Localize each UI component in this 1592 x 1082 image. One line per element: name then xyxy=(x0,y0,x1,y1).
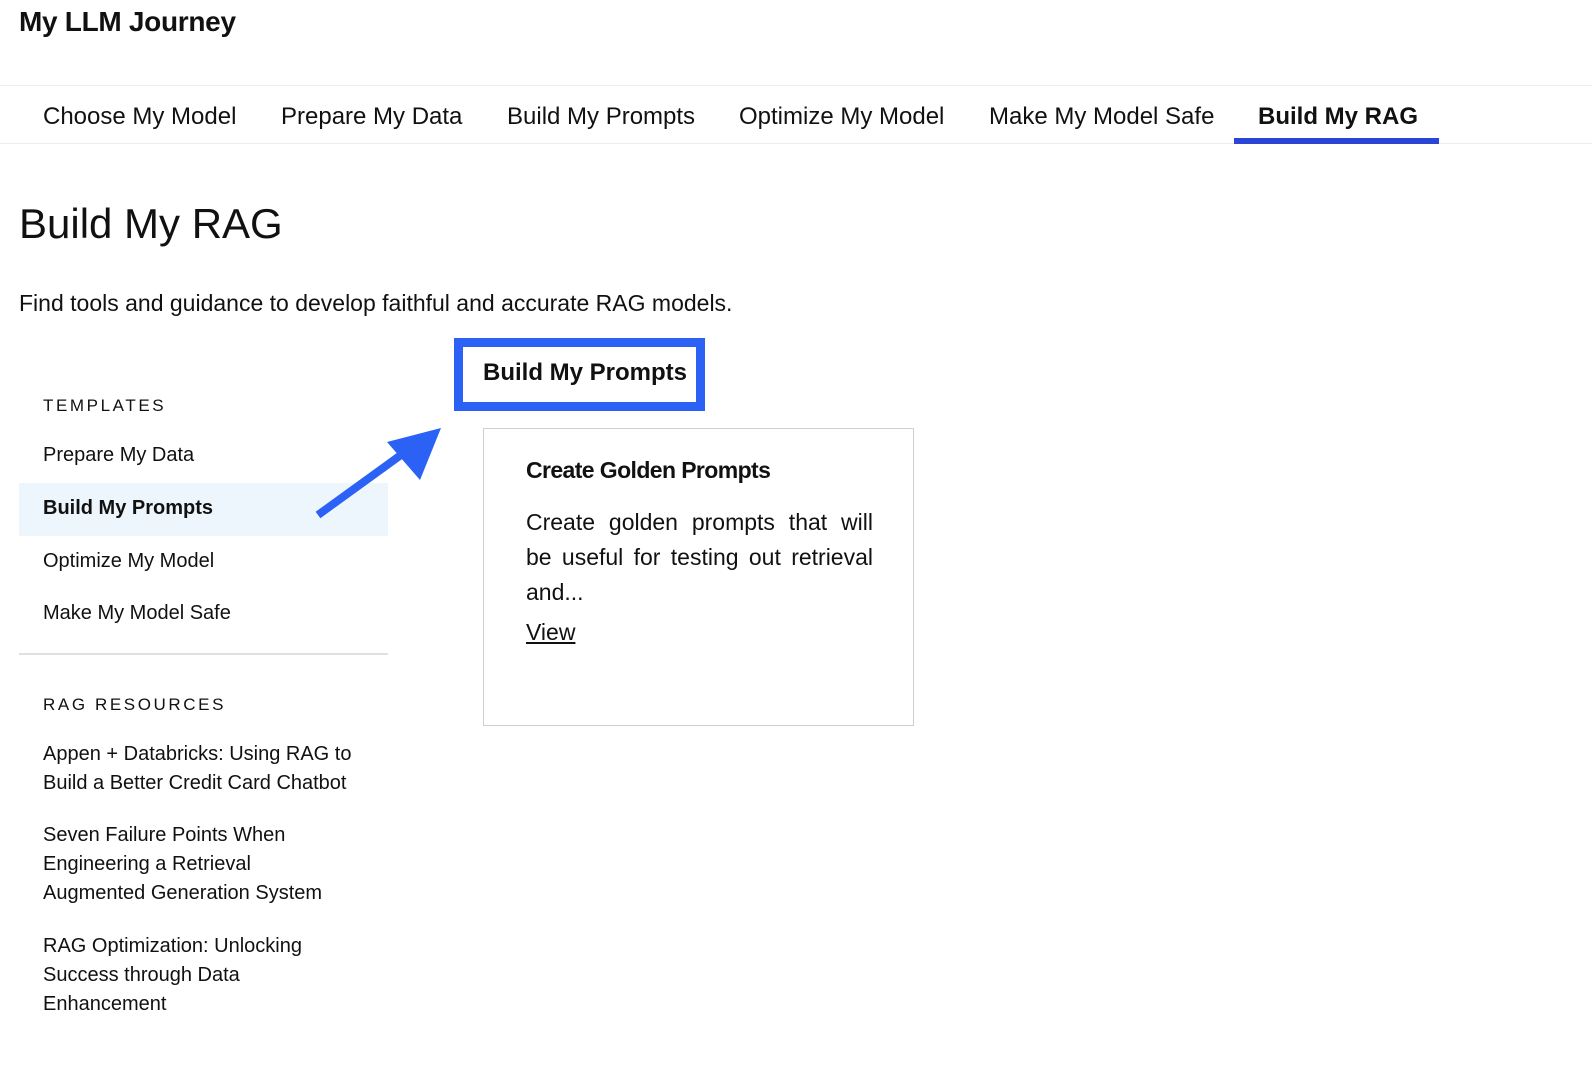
section-heading: Build My Prompts xyxy=(483,359,688,386)
page-description: Find tools and guidance to develop faith… xyxy=(19,290,733,316)
view-link[interactable]: View xyxy=(526,619,575,646)
rag-resources-heading: RAG RESOURCES xyxy=(43,695,227,714)
annotation-arrow-icon xyxy=(315,428,441,519)
page-title: Build My RAG xyxy=(19,200,283,247)
resource-link[interactable]: Appen + Databricks: Using RAG to Build a… xyxy=(43,740,373,798)
tab-build-my-prompts[interactable]: Build My Prompts xyxy=(507,86,695,144)
resource-link[interactable]: Seven Failure Points When Engineering a … xyxy=(43,821,343,908)
card-description: Create golden prompts that will be usefu… xyxy=(526,509,873,605)
arrow-head xyxy=(387,428,441,480)
active-tab-indicator xyxy=(1234,138,1439,144)
sidebar-divider xyxy=(19,653,388,655)
section-heading-highlight: Build My Prompts xyxy=(454,338,705,411)
arrow-shaft xyxy=(315,448,408,519)
tab-build-my-rag[interactable]: Build My RAG xyxy=(1258,86,1418,144)
sidebar-item-make-my-model-safe[interactable]: Make My Model Safe xyxy=(19,588,388,641)
template-card: Create Golden Prompts Create golden prom… xyxy=(483,428,914,726)
app-title: My LLM Journey xyxy=(19,6,236,37)
main-tabbar: Choose My Model Prepare My Data Build My… xyxy=(0,85,1592,144)
tab-prepare-my-data[interactable]: Prepare My Data xyxy=(281,86,462,144)
tab-make-my-model-safe[interactable]: Make My Model Safe xyxy=(989,86,1214,144)
sidebar-item-optimize-my-model[interactable]: Optimize My Model xyxy=(19,536,388,589)
card-title: Create Golden Prompts xyxy=(526,457,771,483)
resource-link[interactable]: RAG Optimization: Unlocking Success thro… xyxy=(43,932,333,1019)
tab-optimize-my-model[interactable]: Optimize My Model xyxy=(739,86,944,144)
tab-choose-my-model[interactable]: Choose My Model xyxy=(43,86,236,144)
templates-heading: TEMPLATES xyxy=(43,396,167,415)
